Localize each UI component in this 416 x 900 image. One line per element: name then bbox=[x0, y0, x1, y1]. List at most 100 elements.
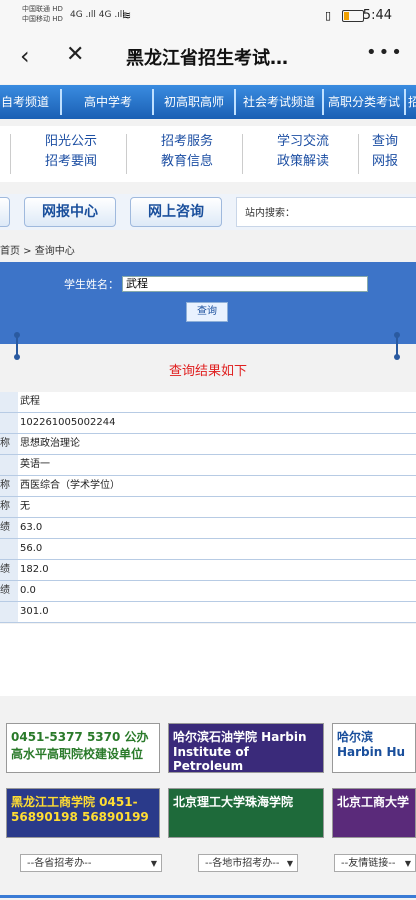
category-link[interactable]: 阳光公示 bbox=[26, 132, 116, 152]
table-row: 绩 182.0 bbox=[0, 560, 416, 581]
divider bbox=[126, 134, 127, 174]
category-link[interactable]: 政策解读 bbox=[258, 152, 348, 172]
status-bar: 中国联通 HD 中国移动 HD 4G .ıll 4G .ıll ≋ ▯ 5:44 bbox=[0, 0, 416, 32]
row-label bbox=[0, 455, 18, 475]
chevron-down-icon: ▼ bbox=[286, 859, 293, 868]
banner-text: 黑龙江工商学院 0451-56890198 56890199 bbox=[11, 795, 149, 824]
signal-icon: 4G .ıll 4G .ıll bbox=[70, 10, 125, 20]
banner-ad-3[interactable]: 哈尔滨 Harbin Hu bbox=[332, 723, 416, 773]
partial-button[interactable] bbox=[0, 197, 10, 227]
row-label: 绩 bbox=[0, 518, 18, 538]
query-button[interactable]: 查询 bbox=[186, 302, 228, 322]
category-sunshine[interactable]: 阳光公示 招考要闻 bbox=[26, 132, 116, 172]
row-value: 63.0 bbox=[20, 522, 43, 533]
site-search[interactable]: 站内搜索： bbox=[236, 197, 416, 227]
results-table: 武程 102261005002244 称思想政治理论 英语一称西医综合（学术学位）称无… bbox=[0, 392, 416, 623]
row-value: 思想政治理论 bbox=[20, 438, 80, 449]
banner-text: 北京理工大学珠海学院 bbox=[173, 795, 294, 809]
divider bbox=[358, 134, 359, 174]
chevron-down-icon: ▼ bbox=[404, 859, 411, 868]
select-value: --各地市招考办-- bbox=[205, 858, 280, 869]
result-title: 查询结果如下 bbox=[168, 364, 247, 379]
channel-more[interactable]: 招 bbox=[408, 85, 416, 119]
category-link[interactable]: 学习交流 bbox=[258, 132, 348, 152]
close-icon[interactable]: ✕ bbox=[66, 42, 84, 67]
channel-gaozhong[interactable]: 高中学考 bbox=[72, 85, 144, 119]
battery-icon bbox=[342, 10, 364, 22]
banner-ad-1[interactable]: 0451-5377 5370 公办高水平高职院校建设单位 bbox=[6, 723, 160, 773]
row-value: 301.0 bbox=[20, 606, 49, 617]
banner-ad-2[interactable]: 哈尔滨石油学院 Harbin Institute of Petroleum bbox=[168, 723, 324, 773]
channel-gaozhi[interactable]: 高职分类考试 bbox=[324, 85, 404, 119]
more-icon[interactable]: ••• bbox=[366, 42, 404, 63]
channel-zikao[interactable]: 自考频道 bbox=[0, 85, 50, 119]
row-value: 0.0 bbox=[20, 585, 36, 596]
bottom-divider bbox=[0, 895, 416, 898]
pin-right-top bbox=[394, 332, 400, 338]
banner-text: 北京工商大学 bbox=[337, 795, 410, 809]
friend-links-select[interactable]: --友情链接-- ▼ bbox=[334, 854, 416, 872]
table-row: 301.0 bbox=[0, 602, 416, 623]
channel-chugaozhi[interactable]: 初高职高师 bbox=[158, 85, 230, 119]
online-consult-button[interactable]: 网上咨询 bbox=[130, 197, 222, 227]
query-panel: 学生姓名： 武程 查询 bbox=[0, 262, 416, 344]
divider bbox=[60, 89, 62, 115]
carrier-1: 中国联通 HD bbox=[22, 5, 63, 13]
row-value: 无 bbox=[20, 501, 30, 512]
row-label: 绩 bbox=[0, 581, 18, 601]
student-name-label: 学生姓名： bbox=[64, 278, 119, 291]
search-label: 站内搜索： bbox=[245, 208, 295, 219]
divider bbox=[234, 89, 236, 115]
blank-area bbox=[0, 624, 416, 696]
category-link[interactable]: 网报 bbox=[372, 152, 416, 172]
back-icon[interactable]: ‹ bbox=[20, 42, 30, 70]
row-value: 182.0 bbox=[20, 564, 49, 575]
province-exam-select[interactable]: --各省招考办-- ▼ bbox=[20, 854, 162, 872]
table-row: 102261005002244 bbox=[0, 413, 416, 434]
row-label: 称 bbox=[0, 476, 18, 496]
row-label: 称 bbox=[0, 434, 18, 454]
category-study[interactable]: 学习交流 政策解读 bbox=[258, 132, 348, 172]
row-label bbox=[0, 602, 18, 622]
category-link[interactable]: 教育信息 bbox=[142, 152, 232, 172]
quick-buttons-row: 网报中心 网上咨询 站内搜索： bbox=[0, 194, 416, 230]
banner-ad-6[interactable]: 北京工商大学 bbox=[332, 788, 416, 838]
row-value: 西医综合（学术学位） bbox=[20, 480, 120, 491]
page-title: 黑龙江省招生考试… bbox=[126, 48, 288, 69]
chevron-down-icon: ▼ bbox=[150, 859, 157, 868]
channel-bar: 自考频道 高中学考 初高职高师 社会考试频道 高职分类考试 招 bbox=[0, 85, 416, 119]
select-value: --各省招考办-- bbox=[27, 858, 92, 869]
banner-text: 0451-5377 5370 公办高水平高职院校建设单位 bbox=[11, 730, 149, 761]
category-link[interactable]: 查询 bbox=[372, 132, 416, 152]
channel-shehui[interactable]: 社会考试频道 bbox=[238, 85, 320, 119]
clock: 5:44 bbox=[362, 8, 392, 23]
banner-text: 哈尔滨 Harbin Hu bbox=[337, 730, 406, 759]
wifi-icon: ≋ bbox=[122, 9, 132, 22]
breadcrumb[interactable]: 首页 > 查询中心 bbox=[0, 242, 75, 257]
divider bbox=[242, 134, 243, 174]
category-link[interactable]: 招考要闻 bbox=[26, 152, 116, 172]
student-name-input[interactable]: 武程 bbox=[122, 276, 368, 292]
table-row: 绩 0.0 bbox=[0, 581, 416, 602]
wangbao-center-button[interactable]: 网报中心 bbox=[24, 197, 116, 227]
category-query[interactable]: 查询 网报 bbox=[372, 132, 416, 172]
category-link[interactable]: 招考服务 bbox=[142, 132, 232, 152]
table-row: 绩 63.0 bbox=[0, 518, 416, 539]
city-exam-select[interactable]: --各地市招考办-- ▼ bbox=[198, 854, 298, 872]
row-value: 56.0 bbox=[20, 543, 43, 554]
pin-left-top bbox=[14, 332, 20, 338]
row-label bbox=[0, 539, 18, 559]
vibrate-icon: ▯ bbox=[325, 9, 332, 22]
banner-text: 哈尔滨石油学院 Harbin Institute of Petroleum bbox=[173, 730, 307, 773]
banner-ad-5[interactable]: 北京理工大学珠海学院 bbox=[168, 788, 324, 838]
row-label bbox=[0, 392, 18, 412]
category-service[interactable]: 招考服务 教育信息 bbox=[142, 132, 232, 172]
divider bbox=[10, 134, 11, 174]
table-row: 称无 bbox=[0, 497, 416, 518]
divider bbox=[152, 89, 154, 115]
table-row: 56.0 bbox=[0, 539, 416, 560]
row-value: 英语一 bbox=[20, 459, 50, 470]
table-row: 称思想政治理论 bbox=[0, 434, 416, 455]
banner-ad-4[interactable]: 黑龙江工商学院 0451-56890198 56890199 bbox=[6, 788, 160, 838]
row-value: 102261005002244 bbox=[20, 417, 116, 428]
